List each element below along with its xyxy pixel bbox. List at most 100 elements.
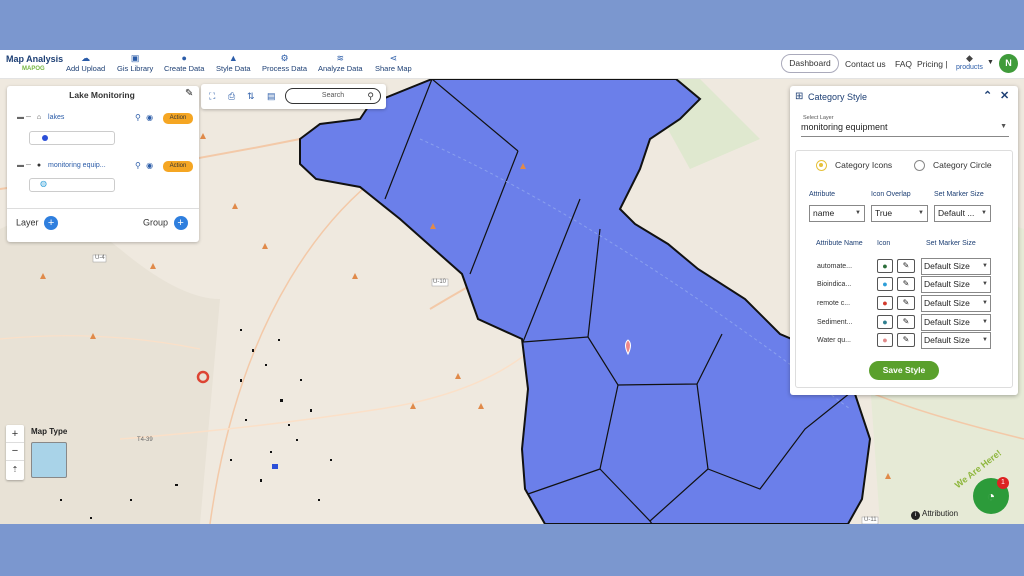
drag-handle-icon[interactable]: ▬ ─ <box>17 114 31 121</box>
select-layer-label: Select Layer <box>803 115 834 121</box>
layer-tools-lakes: ⚲ ◉ <box>135 113 153 122</box>
top-navigation: Map Analysis MAPOG ☁ Add Upload ▣ Gis Li… <box>0 50 1024 79</box>
zoom-to-layer-icon[interactable]: ⚲ <box>135 113 141 122</box>
chat-bubble-icon: ◔ <box>986 488 996 504</box>
zoom-out-button[interactable]: − <box>6 443 24 461</box>
contact-link[interactable]: Contact us <box>845 59 886 69</box>
legend-swatch-lakes <box>29 131 115 145</box>
notification-badge: 1 <box>997 477 1009 489</box>
icon-overlap-label: Icon Overlap <box>871 191 911 198</box>
action-button-monitoring[interactable]: Action <box>163 161 193 172</box>
save-style-button[interactable]: Save Style <box>869 361 939 380</box>
action-button-lakes[interactable]: Action <box>163 113 193 124</box>
search-input[interactable]: Search ⚲ <box>285 88 381 104</box>
eye-icon[interactable]: ◉ <box>146 113 153 122</box>
print-icon[interactable]: ⎙ <box>228 91 235 102</box>
row-size-select[interactable]: Default Size ▼ <box>921 258 991 275</box>
faq-link[interactable]: FAQ <box>895 59 912 69</box>
dot-icon <box>42 135 48 141</box>
map-pin-icon[interactable]: ● <box>877 315 893 329</box>
close-icon[interactable]: ✕ <box>1000 89 1009 102</box>
zoom-in-button[interactable]: + <box>6 425 24 443</box>
process-icon: ⚙ <box>280 53 289 63</box>
search-icon[interactable]: ⚲ <box>367 89 374 103</box>
divider <box>7 208 199 209</box>
drag-handle-icon[interactable]: ▬ ─ <box>17 162 31 169</box>
polygon-icon: ⌂ <box>36 114 42 121</box>
add-layer-button[interactable]: Layer + <box>16 216 59 230</box>
info-icon: i <box>911 511 920 520</box>
measure-icon[interactable]: ⇅ <box>247 91 255 102</box>
attribute-label: Attribute <box>809 191 836 198</box>
pencil-icon[interactable]: ✎ <box>897 259 915 273</box>
row-size-select[interactable]: Default Size ▼ <box>921 295 991 312</box>
pricing-link[interactable]: Pricing | <box>917 59 948 69</box>
map-pin-icon[interactable]: ● <box>877 296 893 310</box>
row-size-select[interactable]: Default Size ▼ <box>921 314 991 331</box>
zoom-to-layer-icon[interactable]: ⚲ <box>135 161 141 170</box>
column-attribute-name: Attribute Name <box>816 240 863 247</box>
pencil-icon[interactable]: ✎ <box>185 88 193 99</box>
map-pin-icon[interactable]: ● <box>877 277 893 291</box>
layer-row-monitoring[interactable]: ▬ ─ ● monitoring equip... <box>17 162 106 169</box>
select-layer-dropdown[interactable]: monitoring equipment ▼ <box>801 122 1009 137</box>
eye-icon[interactable]: ◉ <box>146 161 153 170</box>
chevron-down-icon: ▼ <box>982 263 988 269</box>
layer-panel: Lake Monitoring ✎ ▬ ─ ⌂ lakes ⚲ ◉ Action… <box>7 86 199 242</box>
nav-share-map[interactable]: ⋖ Share Map <box>375 53 412 73</box>
add-group-button[interactable]: Group + <box>143 216 188 230</box>
category-style-panel: ⊞ Category Style ⌃ ✕ Select Layer monito… <box>790 86 1018 395</box>
map-pin-icon[interactable]: ● <box>877 259 893 273</box>
nav-gis-library[interactable]: ▣ Gis Library <box>117 53 153 73</box>
attribution-button[interactable]: i Attribution <box>911 509 958 520</box>
nav-process-data[interactable]: ⚙ Process Data <box>262 53 307 73</box>
pencil-icon[interactable]: ✎ <box>897 333 915 347</box>
library-icon: ▣ <box>130 53 140 63</box>
grid-icon: ⊞ <box>795 91 804 102</box>
attribute-name: Water qu... <box>817 337 851 344</box>
icon-overlap-select[interactable]: True ▼ <box>871 205 928 222</box>
share-icon: ⋖ <box>389 53 398 63</box>
compass-icon[interactable]: ⇡ <box>6 461 24 479</box>
radio-category-icons[interactable]: Category Icons <box>816 160 892 172</box>
legend-swatch-monitoring: ◍ <box>29 178 115 192</box>
marker-size-select[interactable]: Default ... ▼ <box>934 205 991 222</box>
chevron-down-icon: ▼ <box>1000 123 1007 130</box>
chevron-down-icon[interactable]: ▼ <box>987 59 994 66</box>
panel-title: Category Style <box>808 92 868 102</box>
chevron-down-icon: ▼ <box>982 281 988 287</box>
road-label-u10: U-10 <box>433 279 447 285</box>
attribute-select[interactable]: name ▼ <box>809 205 865 222</box>
products-menu[interactable]: ◆ products <box>956 53 983 71</box>
chevron-down-icon: ▼ <box>982 337 988 343</box>
radio-category-circle[interactable]: Category Circle <box>914 160 992 172</box>
map-pin-icon[interactable]: ● <box>877 333 893 347</box>
dashboard-button[interactable]: Dashboard <box>781 54 839 73</box>
pencil-icon[interactable]: ✎ <box>897 315 915 329</box>
road-label-t439: T4-39 <box>137 437 153 443</box>
nav-add-upload[interactable]: ☁ Add Upload <box>66 53 105 73</box>
column-marker-size: Set Marker Size <box>926 240 976 247</box>
row-size-select[interactable]: Default Size ▼ <box>921 276 991 293</box>
road-label-u11: U-11 <box>864 517 877 523</box>
nav-style-data[interactable]: ▲ Style Data <box>216 53 251 73</box>
collapse-icon[interactable]: ⌃ <box>983 89 992 102</box>
avatar[interactable]: N <box>999 54 1018 73</box>
map-pin-icon: ◍ <box>40 179 47 188</box>
zoom-controls: + − ⇡ <box>6 425 24 480</box>
pencil-icon[interactable]: ✎ <box>897 296 915 310</box>
pencil-icon[interactable]: ✎ <box>897 277 915 291</box>
fit-bounds-icon[interactable]: ⛶ <box>209 91 215 102</box>
attribute-name: Bioindica... <box>817 281 852 288</box>
style-options: Category Icons Category Circle Attribute… <box>795 150 1013 388</box>
layer-row-lakes[interactable]: ▬ ─ ⌂ lakes <box>17 114 64 121</box>
radio-empty-icon <box>914 160 925 172</box>
nav-create-data[interactable]: ● Create Data <box>164 53 204 73</box>
app-logo: MAPOG <box>22 66 45 72</box>
comment-icon[interactable]: ▤ <box>267 91 276 102</box>
attribute-name: remote c... <box>817 300 851 307</box>
column-icon: Icon <box>877 240 891 247</box>
map-type-switcher[interactable] <box>31 442 67 478</box>
nav-analyze-data[interactable]: ≋ Analyze Data <box>318 53 363 73</box>
row-size-select[interactable]: Default Size ▼ <box>921 332 991 349</box>
